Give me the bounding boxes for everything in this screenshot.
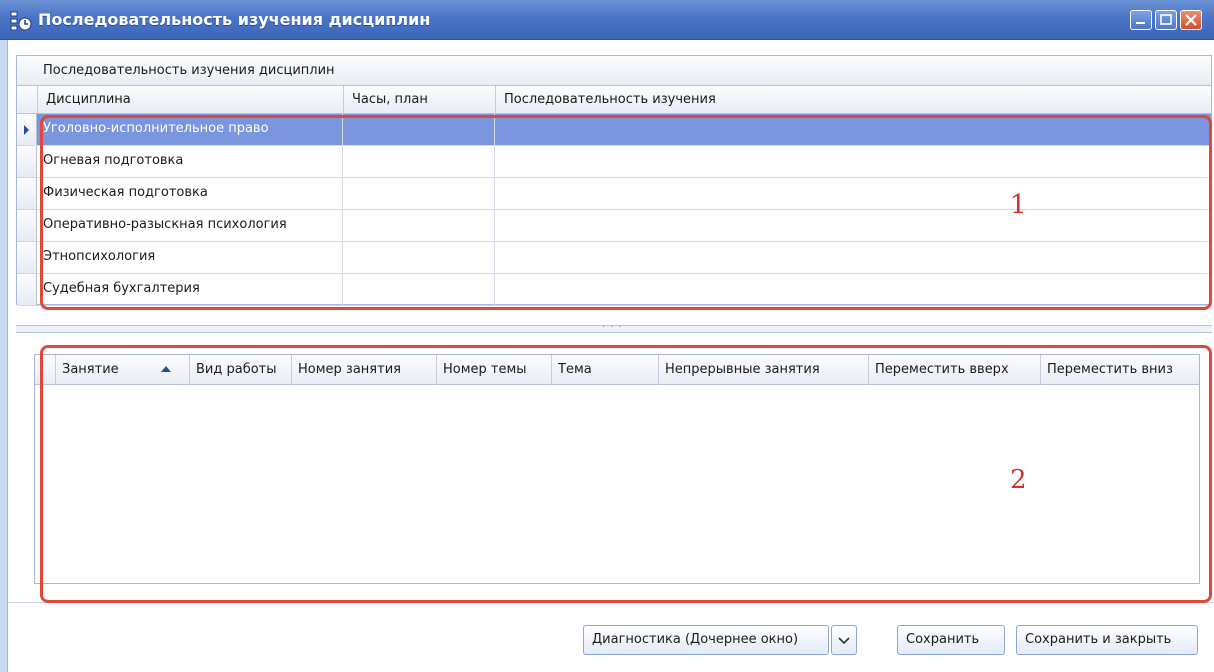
diagnostics-dropdown-button[interactable] bbox=[831, 625, 857, 655]
column-header-sequence[interactable]: Последовательность изучения bbox=[496, 86, 1211, 114]
row-indicator[interactable] bbox=[17, 210, 37, 242]
chevron-down-icon bbox=[838, 637, 850, 645]
window-title: Последовательность изучения дисциплин bbox=[38, 10, 431, 29]
row-indicator[interactable] bbox=[17, 178, 37, 210]
annotation-label-1: 1 bbox=[1010, 190, 1027, 220]
row-indicator[interactable] bbox=[17, 114, 37, 146]
row-indicator[interactable] bbox=[17, 274, 37, 306]
splitter-grip: · · · bbox=[602, 322, 623, 333]
annotation-box-1 bbox=[40, 115, 1212, 310]
maximize-button[interactable] bbox=[1155, 10, 1177, 30]
header-corner bbox=[17, 86, 38, 114]
column-header-hours[interactable]: Часы, план bbox=[344, 86, 496, 114]
save-button[interactable]: Сохранить bbox=[897, 625, 1005, 655]
grid-header: Дисциплина Часы, план Последовательность… bbox=[17, 86, 1211, 114]
column-header-discipline[interactable]: Дисциплина bbox=[38, 86, 344, 114]
minimize-button[interactable] bbox=[1130, 10, 1152, 30]
annotation-box-2 bbox=[40, 345, 1212, 603]
current-row-arrow-icon bbox=[24, 125, 29, 135]
close-button[interactable] bbox=[1180, 10, 1202, 30]
annotation-label-2: 2 bbox=[1010, 465, 1027, 495]
save-and-close-button[interactable]: Сохранить и закрыть bbox=[1016, 625, 1198, 655]
row-indicator[interactable] bbox=[17, 242, 37, 274]
row-indicator[interactable] bbox=[17, 146, 37, 178]
grid-caption: Последовательность изучения дисциплин bbox=[43, 63, 335, 78]
panel-splitter[interactable]: · · · bbox=[16, 322, 1212, 333]
grid-caption-bar: Последовательность изучения дисциплин bbox=[17, 56, 1211, 86]
diagnostics-button[interactable]: Диагностика (Дочернее окно) bbox=[583, 625, 829, 655]
window-frame-left bbox=[0, 40, 8, 672]
sequence-icon bbox=[10, 10, 32, 32]
window-title-bar[interactable]: Последовательность изучения дисциплин bbox=[0, 0, 1214, 40]
